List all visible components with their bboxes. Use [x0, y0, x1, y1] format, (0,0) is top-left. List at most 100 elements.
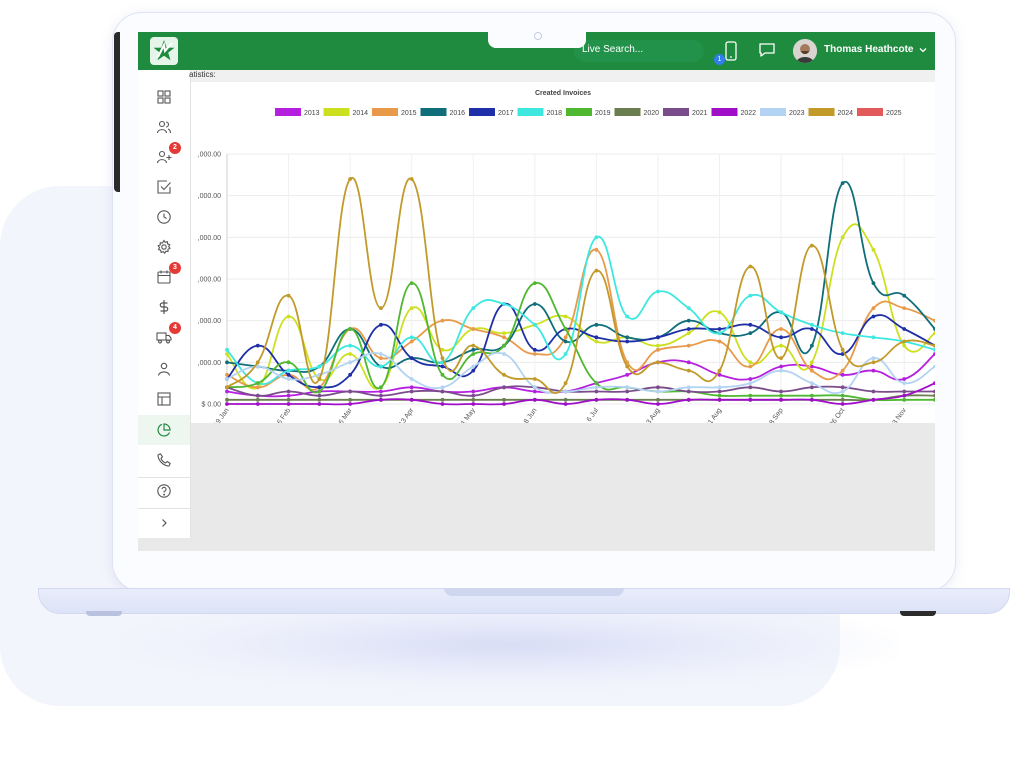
data-point [902, 327, 907, 331]
data-point [348, 360, 353, 365]
data-point [686, 306, 691, 311]
data-point [379, 397, 383, 402]
data-point [379, 322, 383, 327]
dollar-icon [159, 300, 169, 314]
data-point [255, 393, 260, 398]
data-point [686, 343, 691, 348]
sidebar-item-statistics[interactable] [138, 415, 190, 445]
data-point [286, 293, 291, 298]
legend-swatch [857, 108, 883, 116]
sidebar-item-tables[interactable] [138, 384, 190, 414]
data-point [286, 372, 291, 377]
data-point [871, 397, 876, 402]
app-logo[interactable] [150, 37, 178, 65]
data-point [532, 281, 537, 286]
data-point [440, 364, 445, 369]
data-point [748, 377, 753, 381]
data-point [440, 372, 445, 377]
data-point [255, 402, 260, 406]
data-point [625, 372, 630, 377]
lower-panel [191, 423, 935, 551]
data-point [532, 377, 537, 381]
live-search-input[interactable]: Live Search... [574, 40, 704, 62]
data-point [840, 385, 845, 390]
chat-icon[interactable] [758, 41, 776, 59]
data-point [840, 393, 845, 398]
data-point [656, 397, 660, 402]
data-point [809, 368, 814, 373]
data-point [255, 360, 260, 365]
legend-label: 2017 [498, 110, 514, 117]
data-point [409, 306, 414, 311]
sidebar-item-deliveries[interactable]: 4 [138, 322, 190, 352]
sidebar-item-dashboard[interactable] [138, 82, 190, 112]
data-point [717, 327, 722, 331]
legend-label: 2024 [838, 110, 854, 117]
sidebar-item-settings[interactable] [138, 232, 190, 262]
data-point [779, 397, 783, 402]
sidebar-item-help[interactable] [138, 476, 190, 506]
mobile-phone-icon[interactable] [723, 41, 739, 61]
user-avatar[interactable] [793, 39, 817, 63]
data-point [317, 389, 322, 394]
data-point [317, 393, 322, 398]
legend-swatch [566, 108, 592, 116]
data-point [379, 385, 383, 390]
data-point [532, 322, 537, 327]
legend-swatch [760, 108, 786, 116]
sidebar-item-calls[interactable] [138, 445, 190, 475]
sidebar-item-calendar[interactable]: 3 [138, 262, 190, 292]
data-point [563, 389, 568, 394]
data-point [748, 393, 753, 398]
data-point [255, 381, 260, 386]
series-line [226, 180, 935, 373]
data-point [686, 327, 691, 331]
data-point [317, 364, 322, 369]
user-name[interactable]: Thomas Heathcote [824, 44, 913, 55]
data-point [779, 343, 783, 348]
data-point [594, 268, 599, 273]
camera-icon [534, 32, 542, 40]
data-point [563, 352, 568, 356]
sidebar-item-timesheets[interactable] [138, 202, 190, 232]
data-point [686, 360, 691, 365]
data-point [471, 393, 476, 398]
data-point [779, 389, 783, 394]
data-point [779, 356, 783, 361]
data-point [502, 331, 506, 336]
legend-swatch [808, 108, 835, 116]
legend-swatch [275, 108, 301, 116]
y-tick-label: ,000.00 [198, 360, 221, 367]
sidebar-item-finance[interactable] [138, 292, 190, 322]
avatar-image [793, 39, 817, 63]
data-point [471, 389, 476, 394]
sidebar-item-expand[interactable] [138, 508, 190, 538]
data-point [379, 389, 383, 394]
data-point [779, 364, 783, 369]
data-point [717, 393, 722, 398]
sidebar-item-leads[interactable]: 2 [138, 142, 190, 172]
data-point [225, 402, 229, 406]
data-point [871, 360, 876, 365]
chevron-down-icon[interactable] [918, 45, 928, 55]
data-point [317, 402, 322, 406]
data-point [809, 322, 814, 327]
sidebar-item-profile[interactable] [138, 354, 190, 384]
sidebar-item-contacts[interactable] [138, 112, 190, 142]
data-point [471, 347, 476, 352]
data-point [871, 281, 876, 286]
laptop-base-notch [444, 588, 624, 596]
data-point [840, 235, 845, 240]
data-point [502, 302, 506, 306]
data-point [563, 402, 568, 406]
data-point [717, 397, 722, 402]
legend-label: 2022 [741, 110, 757, 117]
data-point [286, 389, 291, 394]
calendar-badge: 3 [169, 262, 181, 274]
data-point [348, 343, 353, 348]
sidebar-item-tasks[interactable] [138, 172, 190, 202]
data-point [717, 385, 722, 390]
data-point [902, 389, 907, 394]
data-point [625, 314, 630, 319]
data-point [317, 385, 322, 390]
